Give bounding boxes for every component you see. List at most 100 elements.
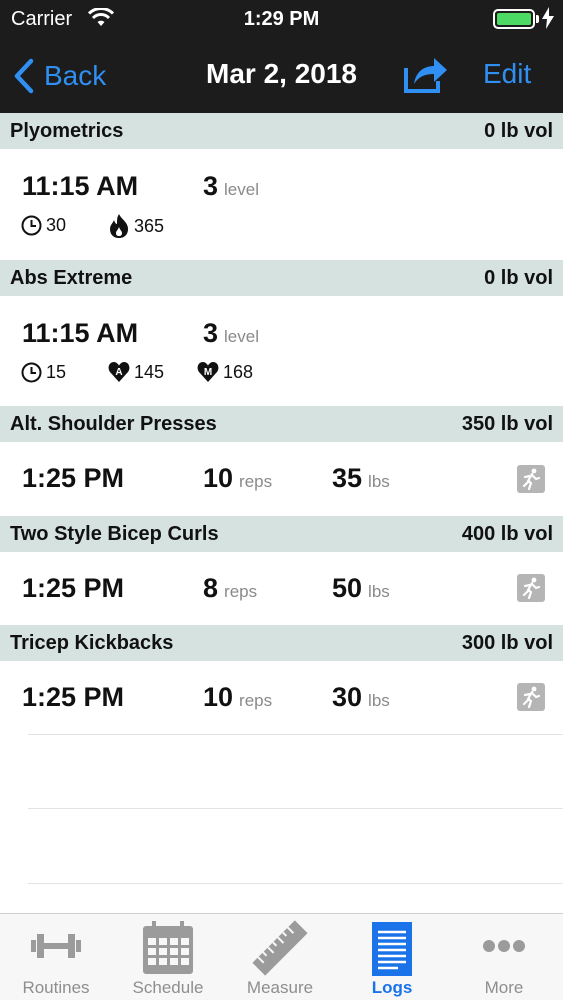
tab-logs[interactable]: Logs: [336, 914, 448, 1000]
row-separator: [28, 734, 563, 735]
runner-icon[interactable]: [517, 574, 545, 602]
entry-reps: 10 reps: [203, 682, 272, 713]
weight-value: 50: [332, 573, 363, 603]
calendar-icon: [143, 921, 193, 974]
more-dots-icon: [483, 940, 525, 952]
reps-unit: reps: [239, 472, 273, 491]
status-time: 1:29 PM: [243, 8, 320, 30]
exercise-name: Alt. Shoulder Presses: [10, 412, 217, 435]
weight-value: 35: [332, 463, 363, 493]
tab-schedule[interactable]: Schedule: [112, 914, 224, 1000]
back-button[interactable]: Back: [14, 56, 106, 96]
tab-measure[interactable]: Measure: [224, 914, 336, 1000]
entry-time: 11:15 AM: [22, 171, 139, 201]
ruler-icon: [252, 920, 308, 976]
row-separator: [28, 808, 563, 809]
chevron-left-icon: [14, 58, 34, 94]
flame-icon: [110, 214, 128, 238]
charging-bolt-icon: [542, 7, 554, 34]
section-header-two-style-bicep-curls: Two Style Bicep Curls 400 lb vol: [0, 516, 563, 552]
section-header-tricep-kickbacks: Tricep Kickbacks 300 lb vol: [0, 625, 563, 661]
exercise-name: Abs Extreme: [10, 266, 133, 289]
entry-reps: 10 reps: [203, 463, 272, 494]
max-heart-rate-value: 168: [223, 361, 254, 382]
tab-routines[interactable]: Routines: [0, 914, 112, 1000]
reps-value: 10: [203, 463, 234, 493]
weight-unit: lbs: [368, 582, 390, 601]
reps-unit: reps: [239, 691, 273, 710]
share-button[interactable]: [402, 54, 448, 99]
back-label: Back: [44, 60, 107, 91]
avg-heart-rate-value: 145: [134, 361, 165, 382]
volume-label: 0 lb vol: [484, 266, 553, 289]
volume-label: 0 lb vol: [484, 119, 553, 142]
exercise-name: Plyometrics: [10, 119, 124, 142]
dumbbell-icon: [31, 934, 81, 958]
tab-label: Schedule: [132, 978, 204, 997]
clock-icon: [21, 215, 42, 236]
navigation-bar: Back Mar 2, 2018 Edit: [0, 40, 563, 113]
tab-more[interactable]: More: [448, 914, 560, 1000]
entry-weight: 50 lbs: [332, 573, 390, 604]
runner-icon[interactable]: [517, 465, 545, 493]
entry-reps: 8 reps: [203, 573, 257, 604]
max-heart-rate-stat: M 168: [197, 361, 253, 383]
entry-time: 1:25 PM: [22, 682, 125, 712]
entry-weight: 35 lbs: [332, 463, 390, 494]
tab-label: Measure: [246, 978, 314, 997]
volume-label: 400 lb vol: [461, 522, 553, 545]
weight-value: 30: [332, 682, 363, 712]
avg-heart-rate-stat: A 145: [108, 361, 164, 383]
duration-stat: 15: [21, 362, 66, 383]
runner-icon[interactable]: [517, 683, 545, 711]
status-bar: Carrier 1:29 PM: [0, 0, 563, 40]
avg-badge: A: [115, 367, 122, 378]
exercise-name: Tricep Kickbacks: [10, 631, 174, 654]
entry-level: 3 level: [203, 318, 259, 349]
reps-value: 8: [203, 573, 219, 603]
calories-stat: 365: [108, 213, 164, 239]
duration-value: 30: [46, 215, 67, 235]
duration-value: 15: [46, 362, 67, 382]
volume-label: 300 lb vol: [461, 631, 553, 654]
tab-label: Logs: [371, 978, 413, 997]
reps-value: 10: [203, 682, 234, 712]
section-header-alt-shoulder-presses: Alt. Shoulder Presses 350 lb vol: [0, 406, 563, 442]
entry-time: 1:25 PM: [22, 463, 125, 493]
share-icon: [404, 58, 447, 93]
exercise-name: Two Style Bicep Curls: [10, 522, 219, 545]
entry-weight: 30 lbs: [332, 682, 390, 713]
section-header-abs-extreme: Abs Extreme 0 lb vol: [0, 260, 563, 296]
log-entry-row[interactable]: 1:25 PM 10 reps 35 lbs: [0, 442, 563, 516]
tab-bar: Routines Schedule Measure Logs More: [0, 913, 563, 1000]
weight-unit: lbs: [368, 472, 390, 491]
battery-icon: [493, 9, 535, 29]
level-unit: level: [224, 180, 259, 199]
level-unit: level: [224, 327, 259, 346]
weight-unit: lbs: [368, 691, 390, 710]
level-value: 3: [203, 318, 219, 348]
reps-unit: reps: [224, 582, 258, 601]
log-entry-row[interactable]: 1:25 PM 8 reps 50 lbs: [0, 552, 563, 626]
entry-time: 1:25 PM: [22, 573, 125, 603]
level-value: 3: [203, 171, 219, 201]
log-entry-row[interactable]: 11:15 AM 3 level 15 A 145 M 168: [0, 296, 563, 406]
entry-time: 11:15 AM: [22, 318, 139, 348]
log-entry-row[interactable]: 11:15 AM 3 level 30 365: [0, 149, 563, 260]
max-badge: M: [204, 367, 212, 378]
heart-avg-icon: A: [108, 362, 130, 382]
calories-value: 365: [134, 215, 165, 236]
tab-label: More: [484, 978, 524, 997]
edit-button[interactable]: Edit: [483, 58, 531, 90]
battery-cap: [536, 15, 539, 23]
document-icon: [372, 922, 412, 976]
entry-level: 3 level: [203, 171, 259, 202]
log-entry-row[interactable]: 1:25 PM 10 reps 30 lbs: [0, 661, 563, 735]
tab-label: Routines: [22, 978, 90, 997]
heart-max-icon: M: [197, 362, 219, 382]
clock-icon: [21, 362, 42, 383]
duration-stat: 30: [21, 215, 66, 236]
volume-label: 350 lb vol: [461, 412, 553, 435]
section-header-plyometrics: Plyometrics 0 lb vol: [0, 113, 563, 149]
row-separator: [28, 883, 563, 884]
